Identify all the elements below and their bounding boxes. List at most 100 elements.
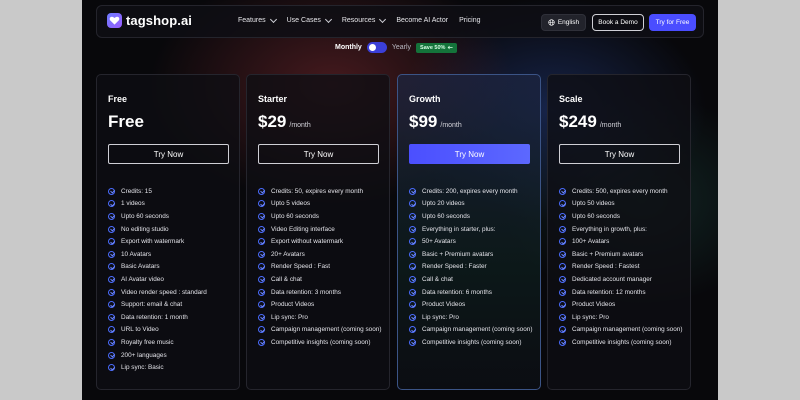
check-circle-icon bbox=[108, 250, 115, 258]
try-now-button[interactable]: Try Now bbox=[258, 144, 379, 164]
check-circle-icon bbox=[258, 301, 265, 309]
plan-price: $99 /month bbox=[409, 112, 462, 132]
feature-text: 50+ Avatars bbox=[422, 238, 456, 246]
price-value: $249 bbox=[559, 112, 597, 131]
plan-price: Free bbox=[108, 112, 147, 132]
plan-name: Starter bbox=[258, 94, 288, 104]
feature-text: Campaign management (coming soon) bbox=[572, 326, 683, 334]
feature-item: Lip sync: Pro bbox=[258, 311, 381, 324]
feature-item: Upto 60 seconds bbox=[409, 210, 532, 223]
try-now-button[interactable]: Try Now bbox=[409, 144, 530, 164]
check-circle-icon bbox=[108, 338, 115, 346]
feature-text: Credits: 15 bbox=[121, 187, 152, 195]
arrow-left-icon bbox=[448, 45, 454, 50]
feature-text: Export without watermark bbox=[271, 238, 344, 246]
feature-text: Product Videos bbox=[271, 301, 315, 309]
language-label: English bbox=[557, 19, 580, 26]
brand-name: tagshop.ai bbox=[126, 13, 193, 28]
menu-item-features[interactable]: Features bbox=[238, 15, 277, 24]
menu-item-use-cases[interactable]: Use Cases bbox=[286, 15, 332, 24]
check-circle-icon bbox=[108, 225, 115, 233]
feature-item: No editing studio bbox=[108, 223, 207, 236]
try-free-button[interactable]: Try for Free bbox=[649, 14, 696, 31]
menu-item-pricing[interactable]: Pricing bbox=[459, 17, 480, 24]
book-demo-button[interactable]: Book a Demo bbox=[592, 14, 644, 31]
menu-item-label: Use Cases bbox=[286, 17, 321, 24]
feature-text: Call & chat bbox=[422, 275, 453, 283]
top-navbar: tagshop.ai Features Use Cases Resources … bbox=[96, 5, 704, 38]
menu-item-resources[interactable]: Resources bbox=[341, 15, 387, 24]
page-frame: tagshop.ai Features Use Cases Resources … bbox=[82, 0, 718, 400]
feature-text: Basic + Premium avatars bbox=[422, 250, 494, 258]
check-circle-icon bbox=[258, 187, 265, 195]
check-circle-icon bbox=[409, 288, 416, 296]
monthly-label[interactable]: Monthly bbox=[335, 44, 362, 51]
feature-item: Dedicated account manager bbox=[559, 273, 682, 286]
feature-item: Basic + Premium avatars bbox=[409, 248, 532, 261]
feature-item: AI Avatar video bbox=[108, 273, 207, 286]
brand-logo[interactable]: tagshop.ai bbox=[107, 13, 192, 28]
check-circle-icon bbox=[409, 313, 416, 321]
menu-item-label: Pricing bbox=[459, 17, 481, 24]
try-now-button[interactable]: Try Now bbox=[108, 144, 229, 164]
feature-item: 10 Avatars bbox=[108, 248, 207, 261]
language-selector[interactable]: English bbox=[541, 14, 586, 31]
feature-item: Campaign management (coming soon) bbox=[559, 324, 682, 337]
menu-item-become-ai-actor[interactable]: Become AI Actor bbox=[396, 17, 448, 24]
check-circle-icon bbox=[559, 238, 566, 246]
menu-item-label: Features bbox=[238, 17, 266, 24]
feature-item: Competitive insights (coming soon) bbox=[258, 336, 381, 349]
feature-text: Render Speed : Fast bbox=[271, 263, 330, 271]
feature-text: 200+ languages bbox=[121, 351, 167, 359]
check-circle-icon bbox=[258, 263, 265, 271]
feature-text: Render Speed : Faster bbox=[422, 263, 487, 271]
plan-card-free: Free Free Try Now Credits: 15 1 videos Upt… bbox=[96, 74, 240, 390]
feature-text: Everything in growth, plus: bbox=[572, 225, 647, 233]
feature-item: Lip sync: Pro bbox=[409, 311, 532, 324]
check-circle-icon bbox=[108, 301, 115, 309]
check-circle-icon bbox=[258, 225, 265, 233]
billing-period-toggle: Monthly Yearly Save 50% bbox=[335, 42, 458, 53]
feature-text: Data retention: 12 months bbox=[572, 288, 646, 296]
feature-item: Upto 50 videos bbox=[559, 198, 682, 211]
feature-text: 1 videos bbox=[121, 200, 145, 208]
feature-text: Upto 50 videos bbox=[572, 200, 615, 208]
try-now-button[interactable]: Try Now bbox=[559, 144, 680, 164]
feature-item: Credits: 50, expires every month bbox=[258, 185, 381, 198]
chevron-down-icon bbox=[379, 15, 387, 23]
feature-text: Product Videos bbox=[422, 301, 466, 309]
feature-text: Lip sync: Basic bbox=[121, 364, 164, 372]
feature-item: Credits: 500, expires every month bbox=[559, 185, 682, 198]
check-circle-icon bbox=[409, 275, 416, 283]
check-circle-icon bbox=[559, 225, 566, 233]
yearly-label[interactable]: Yearly bbox=[392, 44, 411, 51]
feature-item: Call & chat bbox=[258, 273, 381, 286]
feature-text: Video Editing interface bbox=[271, 225, 335, 233]
feature-item: 100+ Avatars bbox=[559, 235, 682, 248]
chevron-down-icon bbox=[324, 15, 332, 23]
billing-switch[interactable] bbox=[366, 42, 387, 53]
check-circle-icon bbox=[409, 326, 416, 334]
feature-text: Data retention: 1 month bbox=[121, 313, 188, 321]
feature-item: Royalty free music bbox=[108, 336, 207, 349]
feature-text: Upto 20 videos bbox=[422, 200, 465, 208]
check-circle-icon bbox=[108, 275, 115, 283]
feature-text: Credits: 200, expires every month bbox=[422, 187, 518, 195]
feature-text: Lip sync: Pro bbox=[572, 313, 609, 321]
feature-item: Export with watermark bbox=[108, 235, 207, 248]
plan-name: Growth bbox=[409, 94, 441, 104]
feature-text: Upto 60 seconds bbox=[572, 212, 620, 220]
menu-item-label: Resources bbox=[341, 17, 376, 24]
price-period: /month bbox=[599, 122, 622, 129]
price-period: /month bbox=[440, 122, 462, 129]
feature-item: Lip sync: Basic bbox=[108, 361, 207, 374]
feature-item: Data retention: 3 months bbox=[258, 286, 381, 299]
price-value: $99 bbox=[409, 112, 438, 131]
plan-name: Scale bbox=[559, 94, 583, 104]
feature-text: Campaign management (coming soon) bbox=[422, 326, 533, 334]
feature-text: Data retention: 3 months bbox=[271, 288, 341, 296]
feature-text: Export with watermark bbox=[121, 238, 185, 246]
heart-logo-icon bbox=[107, 13, 122, 28]
feature-list: Credits: 200, expires every month Upto 20… bbox=[409, 185, 532, 349]
check-circle-icon bbox=[108, 326, 115, 334]
